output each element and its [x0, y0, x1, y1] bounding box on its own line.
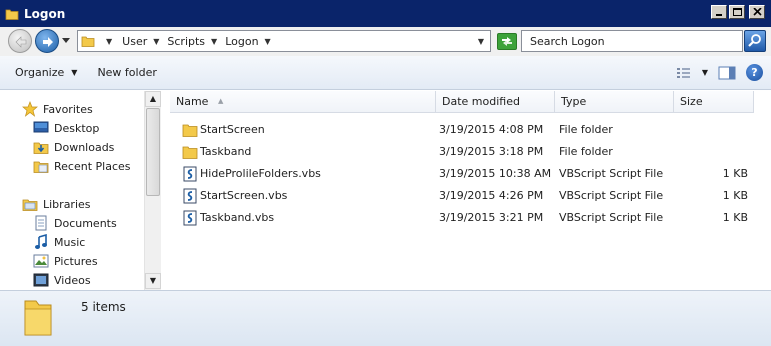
column-header-type[interactable]: Type	[555, 91, 674, 113]
file-name: StartScreen	[200, 123, 265, 136]
forward-arrow-icon	[43, 37, 53, 47]
chevron-down-icon[interactable]: ▼	[211, 37, 217, 46]
file-size: 1 KB	[722, 211, 748, 224]
window-title: Logon	[24, 6, 66, 21]
file-name: StartScreen.vbs	[200, 189, 288, 202]
recent-pages-dropdown-icon[interactable]	[62, 38, 70, 44]
file-type: File folder	[559, 123, 613, 136]
nav-libraries[interactable]: Libraries	[22, 195, 91, 213]
file-size: 1 KB	[722, 189, 748, 202]
recent-places-icon	[33, 161, 49, 173]
nav-item-recent-places[interactable]: Recent Places	[33, 157, 131, 175]
nav-item-pictures[interactable]: Pictures	[33, 252, 98, 270]
folder-icon	[24, 300, 52, 336]
maximize-button[interactable]	[729, 5, 745, 19]
nav-item-downloads[interactable]: Downloads	[33, 138, 114, 156]
breadcrumb-root-arrow[interactable]: ▼	[100, 37, 112, 46]
scroll-thumb[interactable]	[146, 108, 160, 196]
details-pane: 5 items	[0, 290, 771, 346]
chevron-down-icon: ▼	[71, 68, 78, 77]
address-history-dropdown[interactable]: ▼	[478, 37, 484, 46]
file-type: File folder	[559, 145, 613, 158]
file-type: VBScript Script File	[559, 167, 664, 180]
file-name: HideProlileFolders.vbs	[200, 167, 321, 180]
breadcrumb-item-logon[interactable]: Logon ▼	[225, 35, 271, 48]
file-row[interactable]: StartScreen.vbs 3/19/2015 4:26 PM VBScri…	[162, 185, 771, 207]
star-icon	[22, 101, 38, 117]
desktop-icon	[33, 121, 49, 133]
refresh-icon	[502, 37, 512, 46]
file-row[interactable]: StartScreen 3/19/2015 4:08 PM File folde…	[162, 119, 771, 141]
file-date: 3/19/2015 4:08 PM	[439, 123, 544, 136]
column-header-date-modified[interactable]: Date modified	[436, 91, 555, 113]
navigation-bar: ▼ User ▼ Scripts ▼ Logon ▼ ▼ Search Logon	[0, 27, 771, 56]
folder-icon	[182, 124, 198, 137]
vbs-script-icon	[183, 210, 197, 226]
breadcrumb-item-scripts[interactable]: Scripts ▼	[167, 35, 217, 48]
sort-ascending-icon: ▲	[218, 97, 224, 105]
chevron-down-icon[interactable]: ▼	[153, 37, 159, 46]
scroll-up-button[interactable]: ▲	[145, 91, 161, 107]
column-header-size[interactable]: Size	[674, 91, 754, 113]
help-icon[interactable]: ?	[746, 64, 763, 81]
forward-button[interactable]	[35, 29, 59, 53]
title-bar: Logon	[0, 0, 771, 27]
back-button[interactable]	[8, 29, 32, 53]
nav-pane-scrollbar[interactable]: ▲ ▼	[144, 91, 161, 290]
file-date: 3/19/2015 3:18 PM	[439, 145, 544, 158]
folder-icon	[5, 9, 19, 20]
downloads-icon	[33, 142, 49, 154]
change-view-icon[interactable]	[676, 66, 692, 80]
file-date: 3/19/2015 3:21 PM	[439, 211, 544, 224]
search-input[interactable]: Search Logon	[521, 30, 743, 52]
navigation-pane: Favorites Desktop Downloads Recent Place…	[0, 91, 160, 290]
file-row[interactable]: HideProlileFolders.vbs 3/19/2015 10:38 A…	[162, 163, 771, 185]
file-row[interactable]: Taskband.vbs 3/19/2015 3:21 PM VBScript …	[162, 207, 771, 229]
libraries-icon	[22, 199, 38, 211]
command-toolbar: Organize ▼ New folder ▼ ?	[0, 56, 771, 90]
address-bar[interactable]: ▼ User ▼ Scripts ▼ Logon ▼ ▼	[77, 30, 491, 52]
breadcrumb-item-user[interactable]: User ▼	[122, 35, 159, 48]
file-date: 3/19/2015 10:38 AM	[439, 167, 552, 180]
nav-item-music[interactable]: Music	[33, 233, 85, 251]
music-icon	[35, 234, 47, 249]
address-folder-icon	[81, 36, 95, 47]
preview-pane-icon[interactable]	[718, 65, 736, 81]
file-type: VBScript Script File	[559, 189, 664, 202]
view-options-dropdown[interactable]: ▼	[702, 68, 708, 77]
nav-item-documents[interactable]: Documents	[33, 214, 117, 232]
file-type: VBScript Script File	[559, 211, 664, 224]
new-folder-button[interactable]: New folder	[97, 66, 156, 79]
pictures-icon	[33, 254, 49, 268]
file-size: 1 KB	[722, 167, 748, 180]
nav-item-videos[interactable]: Videos	[33, 271, 91, 289]
documents-icon	[35, 215, 47, 231]
close-button[interactable]	[749, 5, 765, 19]
videos-icon	[33, 273, 49, 287]
file-row[interactable]: Taskband 3/19/2015 3:18 PM File folder	[162, 141, 771, 163]
chevron-down-icon[interactable]: ▼	[265, 37, 271, 46]
item-count: 5 items	[81, 300, 126, 314]
refresh-button[interactable]	[497, 33, 517, 50]
vbs-script-icon	[183, 166, 197, 182]
search-placeholder: Search Logon	[530, 34, 605, 48]
minimize-button[interactable]	[711, 5, 727, 19]
scroll-down-button[interactable]: ▼	[145, 273, 161, 289]
nav-item-desktop[interactable]: Desktop	[33, 119, 99, 137]
vbs-script-icon	[183, 188, 197, 204]
file-list: Name ▲ Date modified Type Size StartScre…	[162, 91, 771, 290]
organize-menu-button[interactable]: Organize ▼	[15, 66, 77, 79]
file-date: 3/19/2015 4:26 PM	[439, 189, 544, 202]
folder-icon	[182, 146, 198, 159]
column-header-name[interactable]: Name ▲	[170, 91, 436, 113]
search-button[interactable]	[744, 30, 766, 52]
nav-favorites[interactable]: Favorites	[22, 100, 93, 118]
search-icon	[748, 34, 761, 47]
file-name: Taskband	[200, 145, 252, 158]
file-name: Taskband.vbs	[200, 211, 275, 224]
back-arrow-icon	[15, 36, 27, 48]
